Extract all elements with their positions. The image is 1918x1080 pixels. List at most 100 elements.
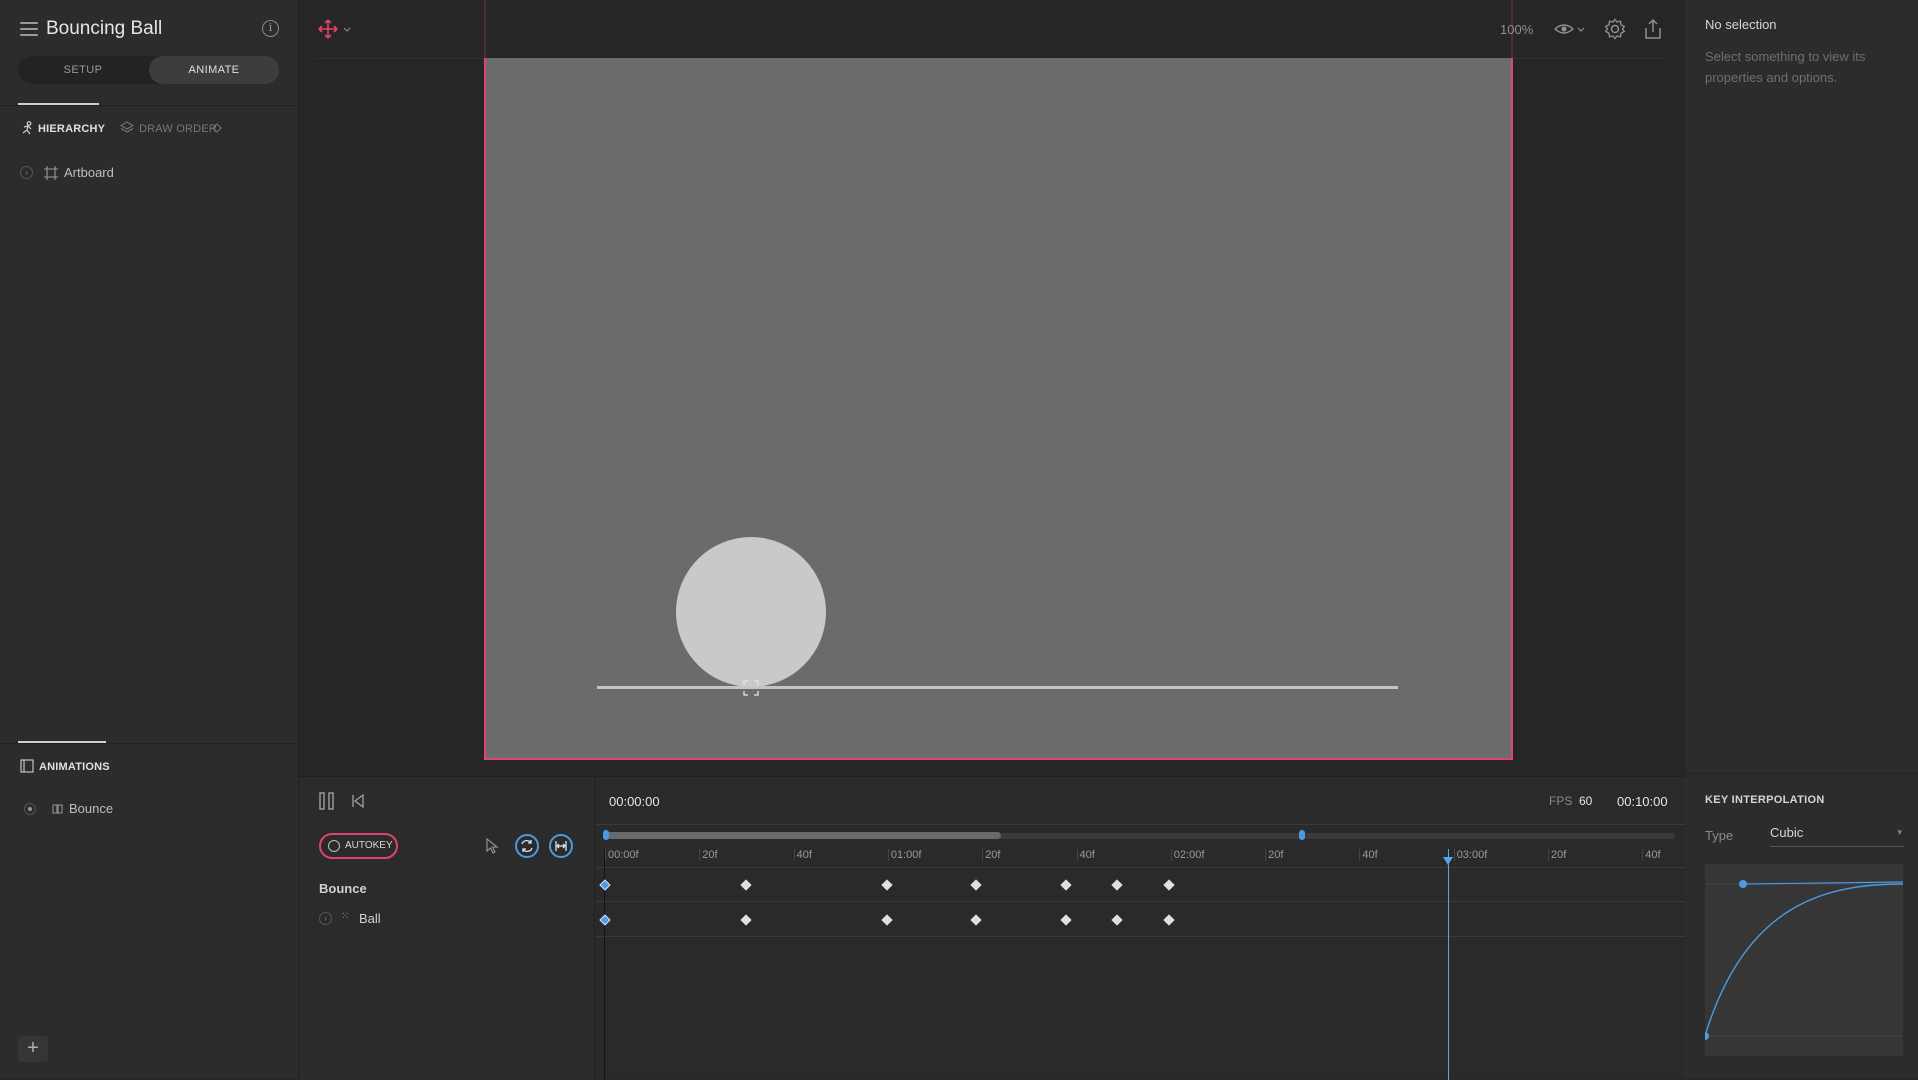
gear-icon[interactable] <box>1604 18 1626 40</box>
hierarchy-item-label: Artboard <box>64 165 114 180</box>
keyframe[interactable] <box>1163 914 1175 926</box>
menu-icon[interactable] <box>20 22 38 36</box>
ruler-label: 02:00f <box>1173 849 1205 861</box>
ruler-label: 20f <box>1268 849 1284 861</box>
ruler-tick <box>1265 849 1267 861</box>
ping-pong-icon <box>555 841 567 851</box>
type-label: Type <box>1705 828 1734 843</box>
keyframe[interactable] <box>740 914 752 926</box>
fps-value[interactable]: 60 <box>1579 794 1592 808</box>
ruler-label: 01:00f <box>890 849 922 861</box>
export-icon[interactable] <box>1644 18 1662 40</box>
playhead-line[interactable] <box>1448 849 1449 1080</box>
selection-description: Select something to view its properties … <box>1705 49 1866 85</box>
move-tool-icon[interactable] <box>318 19 352 39</box>
keyframe[interactable] <box>970 914 982 926</box>
chevron-right-icon[interactable]: › <box>319 912 332 925</box>
current-time[interactable]: 00:00:00 <box>609 794 660 809</box>
selection-title: No selection <box>1705 17 1777 32</box>
keyframe[interactable] <box>1163 879 1175 891</box>
keyframe[interactable] <box>1111 879 1123 891</box>
divider <box>596 824 1685 825</box>
work-area-end-handle[interactable] <box>1299 830 1305 840</box>
animation-item-bounce[interactable]: Bounce <box>24 800 274 818</box>
ruler-tick <box>1170 849 1172 861</box>
keyframe[interactable] <box>1111 914 1123 926</box>
app-title: Bouncing Ball <box>46 18 163 39</box>
keyframe[interactable] <box>881 914 893 926</box>
draw-order-tab-label: DRAW ORDER <box>139 123 217 135</box>
hierarchy-item-artboard[interactable]: › Artboard <box>20 164 270 182</box>
duration[interactable]: 00:10:00 <box>1617 794 1668 809</box>
autokey-label: AUTOKEY <box>345 840 393 851</box>
interpolation-type-select[interactable]: Cubic ▾ <box>1770 825 1904 847</box>
control-handle-2[interactable] <box>1701 1032 1709 1040</box>
origin-marker-icon[interactable] <box>743 680 759 696</box>
add-animation-button[interactable]: + <box>18 1036 48 1062</box>
loop-icon <box>521 839 533 853</box>
animation-icon <box>52 804 63 814</box>
work-area-start-handle[interactable] <box>603 830 609 840</box>
layers-icon <box>120 121 134 133</box>
left-panel: Bouncing Ball i SETUP ANIMATE HIERARCHY … <box>0 0 299 1079</box>
artboard-canvas[interactable] <box>484 58 1513 760</box>
group-icon: ⁙ <box>341 911 350 922</box>
properties-panel: No selection Select something to view it… <box>1685 0 1918 1079</box>
keyframe[interactable] <box>1060 914 1072 926</box>
setup-tab[interactable]: SETUP <box>18 56 148 84</box>
diamond-icon <box>212 123 222 133</box>
easing-curve <box>1701 880 1904 1040</box>
ruler-tick <box>1076 849 1078 861</box>
radio-icon[interactable] <box>24 803 36 815</box>
keyframe[interactable] <box>1060 879 1072 891</box>
ruler-tick <box>1642 849 1644 861</box>
ball-shape[interactable] <box>676 537 826 687</box>
figure-icon <box>22 121 32 135</box>
autokey-button[interactable]: AUTOKEY <box>319 833 398 859</box>
ruler-label: 40f <box>1362 849 1378 861</box>
track-label-ball: Ball <box>359 911 381 926</box>
zoom-level[interactable]: 100% <box>1500 22 1533 37</box>
film-icon <box>20 759 34 773</box>
info-icon[interactable]: i <box>262 20 279 37</box>
divider <box>596 901 1685 902</box>
ruler-tick <box>1548 849 1549 861</box>
record-icon <box>328 840 340 852</box>
stage[interactable]: 100% <box>299 0 1685 776</box>
track-ball[interactable]: › ⁙ Ball <box>319 909 519 927</box>
ruler-label: 03:00f <box>1456 849 1488 861</box>
keyframe[interactable] <box>881 879 893 891</box>
animate-tab[interactable]: ANIMATE <box>149 56 279 84</box>
keyframe[interactable] <box>599 914 611 926</box>
chevron-down-icon: ▾ <box>1897 827 1902 837</box>
animation-item-label: Bounce <box>69 801 114 816</box>
control-handle-1[interactable] <box>1739 880 1747 888</box>
loop-button[interactable] <box>515 834 539 858</box>
keyframe[interactable] <box>970 879 982 891</box>
divider <box>0 105 299 106</box>
ground-line[interactable] <box>597 686 1398 689</box>
divider <box>1685 773 1918 774</box>
keyframe[interactable] <box>740 879 752 891</box>
ruler-label: 20f <box>985 849 1001 861</box>
animations-title: ANIMATIONS <box>39 761 110 773</box>
track-label-bounce[interactable]: Bounce <box>319 881 367 896</box>
ping-pong-button[interactable] <box>549 834 573 858</box>
timeline-panel: AUTOKEY Bounce › ⁙ Ball 00:00:00 FPS 60 … <box>299 776 1685 1080</box>
fps-label: FPS <box>1549 794 1573 808</box>
ruler-tick <box>1359 849 1361 861</box>
work-area-bar[interactable] <box>605 832 1001 839</box>
keyframe[interactable] <box>599 879 611 891</box>
divider <box>596 936 1685 937</box>
timeline-tracks-panel: AUTOKEY Bounce › ⁙ Ball <box>299 777 595 1080</box>
eye-icon[interactable] <box>1554 20 1586 38</box>
ruler-label: 00:00f <box>608 849 639 861</box>
skip-start-icon[interactable] <box>351 794 365 808</box>
ruler-label: 40f <box>796 849 812 861</box>
pause-icon[interactable] <box>319 792 335 810</box>
chevron-right-icon[interactable]: › <box>20 166 33 179</box>
pointer-icon[interactable] <box>486 838 500 854</box>
playhead-handle[interactable] <box>1443 857 1453 865</box>
artboard-icon <box>44 166 58 180</box>
easing-curve-editor[interactable] <box>1701 864 1904 1056</box>
